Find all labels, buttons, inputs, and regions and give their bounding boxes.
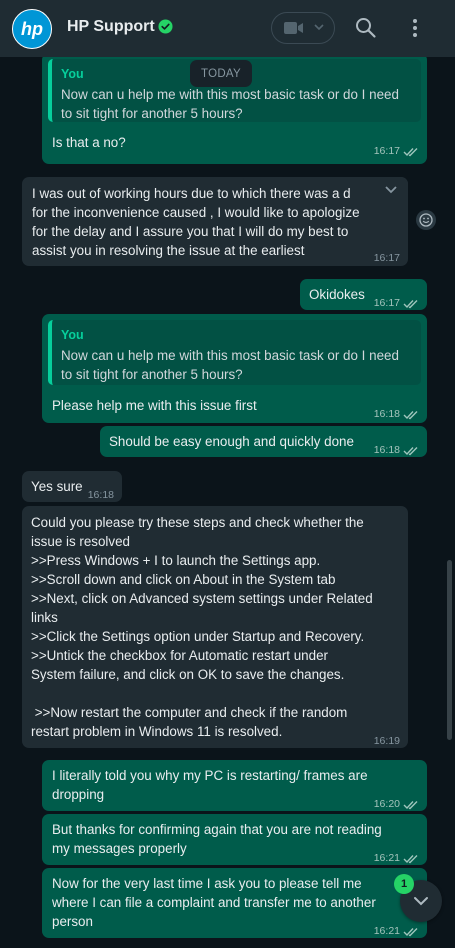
hp-logo-icon: hp [21, 19, 43, 39]
verified-badge-icon [158, 19, 173, 34]
read-receipt-icon [403, 446, 418, 455]
message-time: 16:21 [373, 925, 400, 937]
message-text: But thanks for confirming again that you… [52, 822, 382, 856]
chevron-down-icon [414, 897, 428, 906]
message-text: Could you please try these steps and che… [31, 515, 373, 739]
message-meta: 16:18 [374, 441, 419, 460]
quoted-text: Now can u help me with this most basic t… [61, 87, 399, 121]
message-meta: 16:18 [374, 405, 419, 424]
message-outgoing[interactable]: Now for the very last time I ask you to … [42, 868, 427, 938]
quoted-author: You [61, 328, 84, 342]
emoji-reaction-button[interactable] [416, 210, 436, 230]
more-vertical-icon[interactable] [412, 17, 418, 39]
date-separator: TODAY [190, 60, 252, 87]
message-time: 16:18 [87, 489, 114, 501]
message-incoming[interactable]: I was out of working hours due to which … [22, 177, 408, 266]
message-meta: 16:19 [374, 732, 400, 751]
message-text: Is that a no? [52, 135, 126, 150]
message-time: 16:18 [373, 408, 400, 420]
read-receipt-icon [403, 927, 418, 936]
message-outgoing[interactable]: I literally told you why my PC is restar… [42, 760, 427, 811]
read-receipt-icon [403, 800, 418, 809]
message-text: Yes sure [31, 479, 83, 494]
svg-text:hp: hp [21, 19, 43, 39]
message-outgoing[interactable]: Okidokes 16:17 [300, 279, 427, 310]
message-meta: 16:17 [374, 249, 400, 268]
message-time: 16:21 [373, 852, 400, 864]
message-outgoing[interactable]: Should be easy enough and quickly done 1… [100, 426, 427, 457]
read-receipt-icon [403, 410, 418, 419]
message-text: Should be easy enough and quickly done [109, 434, 354, 449]
message-text: I was out of working hours due to which … [32, 186, 360, 258]
message-incoming[interactable]: Yes sure 16:18 [22, 471, 122, 502]
contact-avatar[interactable]: hp [12, 9, 52, 49]
video-call-button[interactable] [271, 12, 335, 44]
message-outgoing[interactable]: But thanks for confirming again that you… [42, 814, 427, 865]
message-meta: 16:20 [374, 795, 419, 814]
chat-header: hp HP Support [0, 0, 455, 57]
contact-name[interactable]: HP Support [67, 18, 155, 36]
read-receipt-icon [403, 147, 418, 156]
search-icon[interactable] [355, 17, 377, 39]
message-text: I literally told you why my PC is restar… [52, 768, 368, 802]
message-time: 16:17 [373, 145, 400, 157]
message-time: 16:17 [373, 297, 400, 309]
quoted-message[interactable]: You Now can u help me with this most bas… [48, 320, 421, 385]
message-time: 16:19 [373, 735, 400, 747]
message-time: 16:18 [373, 444, 400, 456]
message-meta: 16:18 [88, 486, 114, 505]
smiley-icon [419, 213, 433, 227]
message-meta: 16:21 [374, 849, 419, 868]
message-text: Please help me with this issue first [52, 398, 257, 413]
message-meta: 16:17 [374, 294, 419, 313]
quoted-text: Now can u help me with this most basic t… [61, 348, 399, 382]
message-meta: 16:21 [374, 922, 419, 941]
message-time: 16:17 [373, 252, 400, 264]
message-outgoing[interactable]: You Now can u help me with this most bas… [42, 314, 427, 423]
message-menu-chevron-icon[interactable] [384, 185, 398, 195]
message-incoming[interactable]: Could you please try these steps and che… [22, 506, 408, 748]
read-receipt-icon [403, 299, 418, 308]
message-time: 16:20 [373, 798, 400, 810]
chat-scrollbar[interactable] [447, 560, 452, 740]
message-text: Now for the very last time I ask you to … [52, 876, 376, 929]
message-text: Okidokes [309, 287, 365, 302]
chevron-down-icon [314, 24, 324, 31]
read-receipt-icon [403, 854, 418, 863]
quoted-author: You [61, 67, 84, 81]
unread-count-badge: 1 [394, 874, 414, 894]
video-camera-icon [284, 22, 303, 34]
message-meta: 16:17 [374, 142, 419, 161]
message-list[interactable]: You Now can u help me with this most bas… [0, 57, 455, 948]
